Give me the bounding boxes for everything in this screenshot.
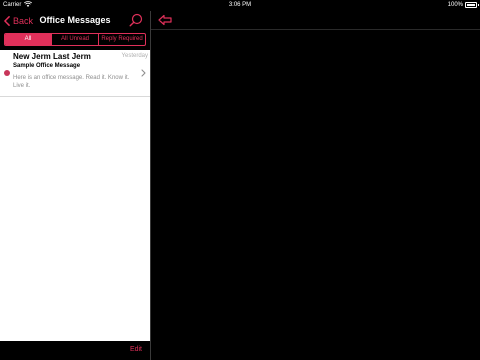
filter-reply-required[interactable]: Reply Required — [99, 34, 145, 45]
search-icon[interactable] — [129, 13, 143, 27]
battery-percentage: 100% — [447, 2, 463, 8]
chevron-right-icon — [141, 69, 146, 77]
message-date: Yesterday — [121, 53, 148, 59]
filter-bar: All All Unread Reply Required — [0, 30, 150, 50]
status-time: 3:06 PM — [228, 2, 252, 8]
unread-indicator-icon — [4, 70, 10, 76]
detail-pane — [151, 11, 480, 360]
message-sender: New Jerm Last Jerm — [13, 52, 91, 61]
master-navigation-bar: Back Office Messages — [0, 11, 150, 30]
message-filter-segmented-control: All All Unread Reply Required — [4, 33, 146, 46]
expand-arrow-icon[interactable] — [158, 14, 172, 26]
message-subject: Sample Office Message — [13, 63, 81, 69]
page-title: Office Messages — [39, 15, 111, 25]
detail-navigation-bar — [151, 11, 480, 30]
edit-button[interactable]: Edit — [130, 346, 142, 353]
chevron-left-icon — [4, 15, 10, 26]
message-preview: Here is an office message. Read it. Know… — [13, 75, 130, 89]
master-pane: Back Office Messages All All Unread Repl… — [0, 11, 150, 360]
status-bar: Carrier 3:06 PM 100% — [0, 0, 480, 11]
battery-icon — [465, 2, 479, 8]
master-toolbar: Edit — [0, 341, 150, 360]
filter-all-unread[interactable]: All Unread — [52, 34, 99, 45]
message-list-item[interactable]: New Jerm Last Jerm Yesterday Sample Offi… — [0, 50, 150, 97]
filter-all[interactable]: All — [5, 34, 52, 45]
